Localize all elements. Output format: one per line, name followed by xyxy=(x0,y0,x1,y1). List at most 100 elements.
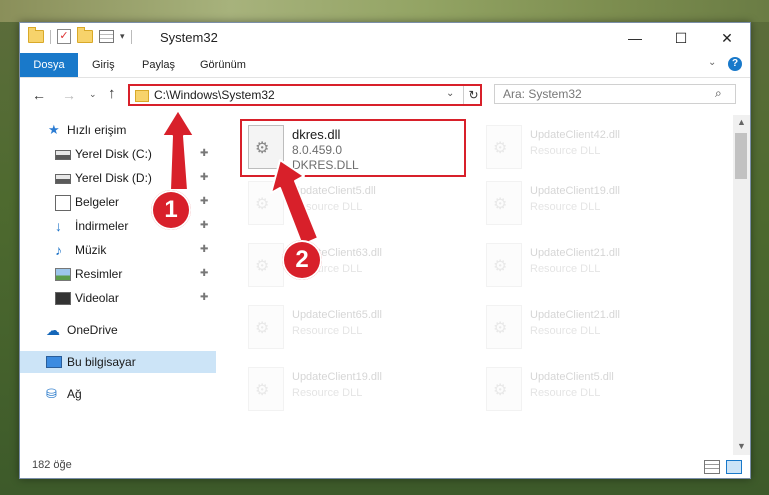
status-bar: 182 öğe xyxy=(20,455,750,478)
sidebar-item-quick-access[interactable]: ★ Hızlı erişim xyxy=(20,119,216,141)
folder-icon xyxy=(135,90,149,102)
sidebar-item-label: Yerel Disk (C:) xyxy=(75,147,152,161)
step-two-badge: 2 xyxy=(282,240,322,280)
scroll-down-icon[interactable]: ▼ xyxy=(737,441,746,451)
desktop-background xyxy=(0,0,769,22)
large-icons-view-icon[interactable] xyxy=(726,460,742,474)
tab-share[interactable]: Paylaş xyxy=(142,53,175,77)
file-name: UpdateClient65.dll xyxy=(292,309,382,321)
address-bar[interactable]: C:\Windows\System32 ⌄ ↻ xyxy=(128,84,482,106)
sidebar-item-label: Ağ xyxy=(67,387,82,401)
scroll-up-icon[interactable]: ▲ xyxy=(737,117,746,127)
properties-icon[interactable] xyxy=(99,30,114,43)
scrollbar-thumb[interactable] xyxy=(735,133,747,179)
pin-icon[interactable]: ✚ xyxy=(200,239,208,261)
search-icon[interactable]: ⌕ xyxy=(715,86,722,101)
computer-icon xyxy=(46,356,62,368)
sidebar-item-label: Yerel Disk (D:) xyxy=(75,171,152,185)
network-icon: ⛁ xyxy=(46,386,57,401)
sidebar-item-this-pc[interactable]: Bu bilgisayar xyxy=(20,351,216,373)
pin-icon[interactable]: ✚ xyxy=(200,287,208,309)
file-item[interactable]: UpdateClient19.dll Resource DLL xyxy=(482,177,702,229)
pin-icon[interactable]: ✚ xyxy=(200,143,208,165)
dll-file-icon xyxy=(248,367,284,411)
search-placeholder: Ara: System32 xyxy=(503,87,582,101)
disk-icon xyxy=(55,150,71,160)
tab-view[interactable]: Görünüm xyxy=(200,53,246,77)
file-item[interactable]: UpdateClient21.dll Resource DLL xyxy=(482,239,702,291)
sidebar-item-network[interactable]: ⛁ Ağ xyxy=(20,383,216,405)
refresh-icon[interactable]: ↻ xyxy=(463,86,483,104)
pin-icon[interactable]: ✚ xyxy=(200,215,208,237)
minimize-button[interactable]: — xyxy=(612,23,658,53)
file-item[interactable]: UpdateClient42.dll Resource DLL xyxy=(482,121,702,173)
star-icon: ★ xyxy=(48,122,60,137)
dll-file-icon xyxy=(486,367,522,411)
sidebar-item-local-disk-c[interactable]: Yerel Disk (C:) ✚ xyxy=(20,143,216,165)
details-view-icon[interactable] xyxy=(704,460,720,474)
recent-locations-icon[interactable]: ⌄ xyxy=(89,89,97,100)
tab-home[interactable]: Giriş xyxy=(92,53,115,77)
address-path[interactable]: C:\Windows\System32 xyxy=(154,88,275,102)
file-item[interactable]: UpdateClient5.dll Resource DLL xyxy=(244,177,464,229)
item-count: 182 öğe xyxy=(32,459,72,471)
search-input[interactable]: Ara: System32 ⌕ xyxy=(494,84,736,104)
dll-file-icon xyxy=(486,181,522,225)
sidebar-item-label: İndirmeler xyxy=(75,219,129,233)
expand-ribbon-icon[interactable]: ⌄ xyxy=(708,57,716,68)
sidebar-item-music[interactable]: ♪ Müzik ✚ xyxy=(20,239,216,261)
file-name: UpdateClient42.dll xyxy=(530,129,620,141)
new-folder-icon[interactable] xyxy=(77,27,93,43)
file-description: Resource DLL xyxy=(292,325,363,337)
dll-file-icon xyxy=(486,125,522,169)
music-icon: ♪ xyxy=(55,242,62,258)
maximize-button[interactable]: ☐ xyxy=(658,23,704,53)
toolbar-separator xyxy=(50,29,51,44)
file-description: Resource DLL xyxy=(292,387,363,399)
pin-icon[interactable]: ✚ xyxy=(200,167,208,189)
file-description: Resource DLL xyxy=(530,325,601,337)
checkmark-icon[interactable]: ✓ xyxy=(57,29,71,44)
file-name: UpdateClient19.dll xyxy=(530,185,620,197)
file-description: Resource DLL xyxy=(530,387,601,399)
file-name: UpdateClient19.dll xyxy=(292,371,382,383)
file-item[interactable]: UpdateClient19.dll Resource DLL xyxy=(244,363,464,415)
toolbar-separator xyxy=(130,29,132,44)
file-name: UpdateClient21.dll xyxy=(530,247,620,259)
file-item[interactable]: UpdateClient5.dll Resource DLL xyxy=(482,363,702,415)
sidebar-item-videos[interactable]: Videolar ✚ xyxy=(20,287,216,309)
vertical-scrollbar[interactable]: ▲ ▼ xyxy=(733,115,750,455)
sidebar-item-onedrive[interactable]: ☁ OneDrive xyxy=(20,319,216,341)
chevron-down-icon[interactable]: ▾ xyxy=(120,31,125,42)
step-one-badge: 1 xyxy=(151,190,191,230)
file-item[interactable]: UpdateClient21.dll Resource DLL xyxy=(482,301,702,353)
navigation-bar: ← → ⌄ ↑ C:\Windows\System32 ⌄ ↻ Ara: Sys… xyxy=(20,78,750,112)
file-name: UpdateClient5.dll xyxy=(530,371,614,383)
file-explorer-window: ✓ ▾ System32 — ☐ ✕ Dosya Giriş Paylaş Gö… xyxy=(19,22,751,479)
back-arrow-icon[interactable]: ← xyxy=(32,87,46,103)
file-description: Resource DLL xyxy=(530,145,601,157)
pin-icon[interactable]: ✚ xyxy=(200,191,208,213)
forward-arrow-icon[interactable]: → xyxy=(62,87,76,103)
sidebar-item-pictures[interactable]: Resimler ✚ xyxy=(20,263,216,285)
chevron-down-icon[interactable]: ⌄ xyxy=(446,88,454,99)
quick-access-toolbar: ✓ ▾ xyxy=(28,27,132,44)
up-arrow-icon[interactable]: ↑ xyxy=(108,85,116,102)
sidebar-item-label: Bu bilgisayar xyxy=(67,355,136,369)
sidebar-item-label: OneDrive xyxy=(67,323,118,337)
sidebar-item-label: Videolar xyxy=(75,291,119,305)
file-name: UpdateClient5.dll xyxy=(292,185,376,197)
window-title: System32 xyxy=(160,30,218,45)
close-button[interactable]: ✕ xyxy=(704,23,750,53)
help-icon[interactable]: ? xyxy=(728,57,742,71)
title-bar: ✓ ▾ System32 — ☐ ✕ xyxy=(20,23,750,53)
tab-file[interactable]: Dosya xyxy=(20,53,78,77)
dll-file-icon xyxy=(248,305,284,349)
sidebar-item-local-disk-d[interactable]: Yerel Disk (D:) ✚ xyxy=(20,167,216,189)
file-item[interactable]: UpdateClient65.dll Resource DLL xyxy=(244,301,464,353)
pin-icon[interactable]: ✚ xyxy=(200,263,208,285)
file-name: UpdateClient21.dll xyxy=(530,309,620,321)
file-item[interactable]: UpdateClient63.dll Resource DLL xyxy=(244,239,464,291)
navigation-pane: ★ Hızlı erişim Yerel Disk (C:) ✚ Yerel D… xyxy=(20,115,216,455)
file-highlight-box xyxy=(240,119,466,177)
